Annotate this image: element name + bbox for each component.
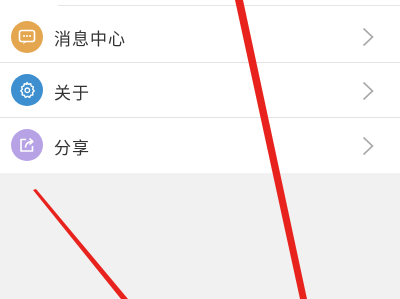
message-icon <box>11 21 43 53</box>
gear-icon <box>11 74 43 106</box>
menu-list: 消息中心 关于 分享 <box>0 0 400 173</box>
chevron-right-icon <box>362 81 374 101</box>
settings-screen: 消息中心 关于 分享 <box>0 0 400 299</box>
menu-item-label: 关于 <box>54 84 90 104</box>
menu-item-label: 消息中心 <box>54 30 126 50</box>
empty-area <box>0 174 400 299</box>
menu-item-label: 分享 <box>54 139 90 159</box>
share-icon <box>11 129 43 161</box>
menu-item-about[interactable]: 关于 <box>0 63 400 118</box>
chevron-right-icon <box>362 136 374 156</box>
chevron-right-icon <box>362 27 374 47</box>
menu-item-share[interactable]: 分享 <box>0 118 400 173</box>
menu-item-message-center[interactable]: 消息中心 <box>0 0 400 63</box>
